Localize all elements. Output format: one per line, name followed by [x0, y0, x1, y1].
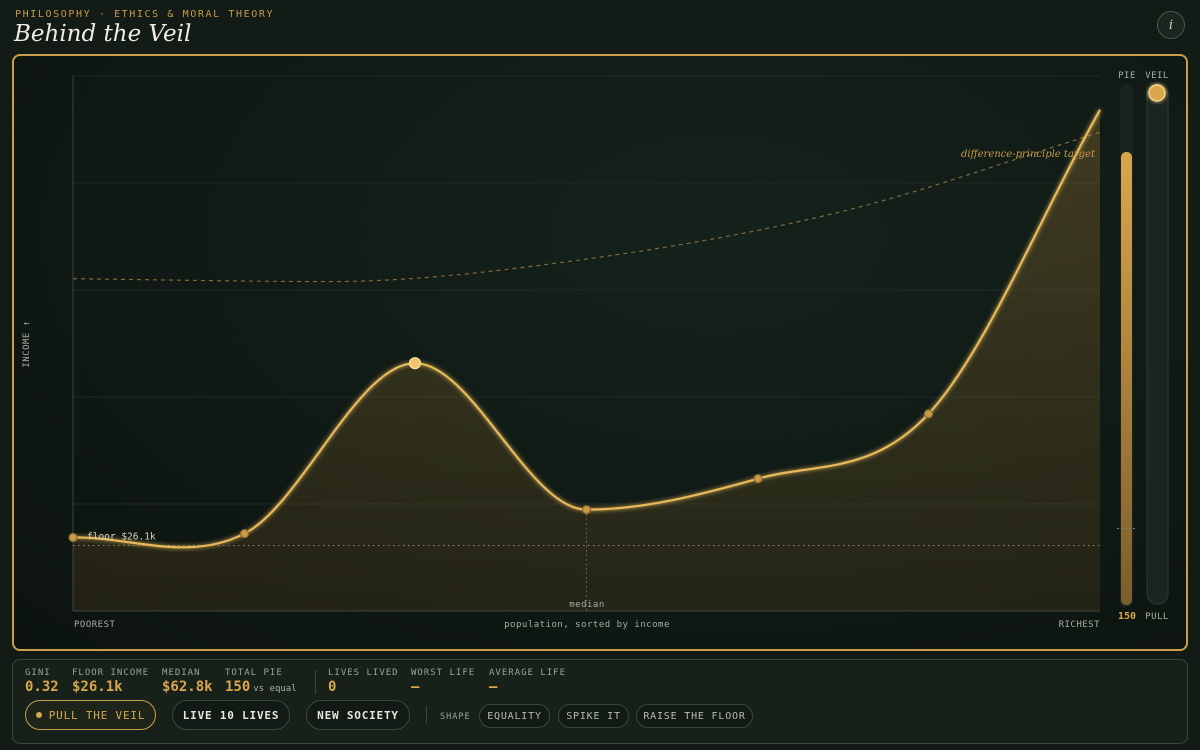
veil-slider-bottom-label: PULL — [1145, 612, 1169, 622]
veil-slider-track[interactable] — [1146, 83, 1169, 605]
stat-lives-lived-value: 0 — [328, 679, 337, 695]
veil-slider-thumb[interactable] — [1148, 84, 1166, 102]
shape-raise-the-floor-button[interactable]: RAISE THE FLOOR — [636, 704, 753, 728]
new-society-button[interactable]: NEW SOCIETY — [306, 700, 410, 730]
pie-meter-fill — [1121, 151, 1132, 605]
info-icon: i — [1168, 17, 1174, 33]
pull-veil-dot-icon — [35, 712, 42, 718]
page-eyebrow: PHILOSOPHY · ETHICS & MORAL THEORY — [15, 9, 275, 20]
stat-median: MEDIAN $62.8k — [162, 668, 213, 695]
stat-floor-income: FLOOR INCOME $26.1k — [72, 668, 149, 695]
pull-the-veil-button[interactable]: PULL THE VEIL — [25, 700, 156, 730]
pie-meter-label: PIE — [1118, 71, 1136, 81]
curve-handle-point[interactable] — [68, 532, 78, 543]
curve-handle-point[interactable] — [408, 357, 422, 370]
shape-label: SHAPE — [440, 712, 471, 722]
stat-floor-income-label: FLOOR INCOME — [72, 668, 150, 678]
pull-the-veil-label: PULL THE VEIL — [48, 708, 146, 722]
shape-equality-button[interactable]: EQUALITY — [479, 704, 550, 728]
curve-handle-point[interactable] — [239, 528, 250, 539]
pie-meter-value: 150 — [1118, 611, 1136, 622]
stats-bar: GINI 0.32 FLOOR INCOME $26.1k MEDIAN $62… — [12, 659, 1188, 744]
stat-total-pie-label: TOTAL PIE — [225, 668, 283, 678]
curve-handle-point[interactable] — [753, 474, 763, 484]
x-start-label: POOREST — [74, 620, 116, 630]
income-area-fill — [73, 109, 1100, 611]
stat-gini-value: 0.32 — [25, 679, 59, 695]
info-button[interactable]: i — [1157, 11, 1185, 39]
target-label: difference-principle target — [961, 149, 1096, 160]
veil-slider-label: VEIL — [1145, 71, 1169, 81]
x-end-label: RICHEST — [1059, 620, 1101, 630]
stat-worst-life-value: — — [411, 679, 420, 695]
income-distribution-chart: difference-principle target floor $26.1k… — [22, 71, 1169, 630]
stat-lives-lived: LIVES LIVED 0 — [328, 668, 399, 695]
stat-gini-label: GINI — [25, 668, 51, 678]
stat-worst-life: WORST LIFE — — [411, 668, 475, 695]
stat-gini: GINI 0.32 — [25, 668, 59, 695]
difference-principle-target-line — [72, 131, 1101, 283]
stat-average-life-value: — — [489, 679, 498, 695]
stat-average-life-label: AVERAGE LIFE — [489, 668, 567, 678]
page-title: Behind the Veil — [14, 21, 192, 47]
x-axis-title: population, sorted by income — [504, 620, 670, 630]
stats-divider — [315, 670, 316, 694]
floor-label: floor $26.1k — [87, 532, 156, 543]
controls-divider — [426, 706, 427, 724]
stat-lives-lived-label: LIVES LIVED — [328, 668, 399, 678]
stat-total-pie: TOTAL PIE 150 vs equal — [225, 668, 297, 695]
curve-handle-point[interactable] — [923, 409, 934, 419]
stat-floor-income-value: $26.1k — [72, 679, 123, 695]
live-10-lives-button[interactable]: LIVE 10 LIVES — [172, 700, 290, 730]
y-axis-title: INCOME ↑ — [22, 320, 32, 367]
stat-median-label: MEDIAN — [162, 668, 201, 678]
curve-handle-point[interactable] — [581, 505, 592, 515]
stat-worst-life-label: WORST LIFE — [411, 668, 476, 678]
shape-spike-it-button[interactable]: SPIKE IT — [558, 704, 629, 728]
stat-total-pie-value: 150 — [225, 679, 251, 695]
chart-panel: difference-principle target floor $26.1k… — [12, 54, 1188, 651]
median-label: median — [569, 600, 605, 610]
stat-average-life: AVERAGE LIFE — — [489, 668, 566, 695]
stat-total-pie-suffix: vs equal — [253, 684, 297, 694]
stat-median-value: $62.8k — [162, 679, 213, 695]
